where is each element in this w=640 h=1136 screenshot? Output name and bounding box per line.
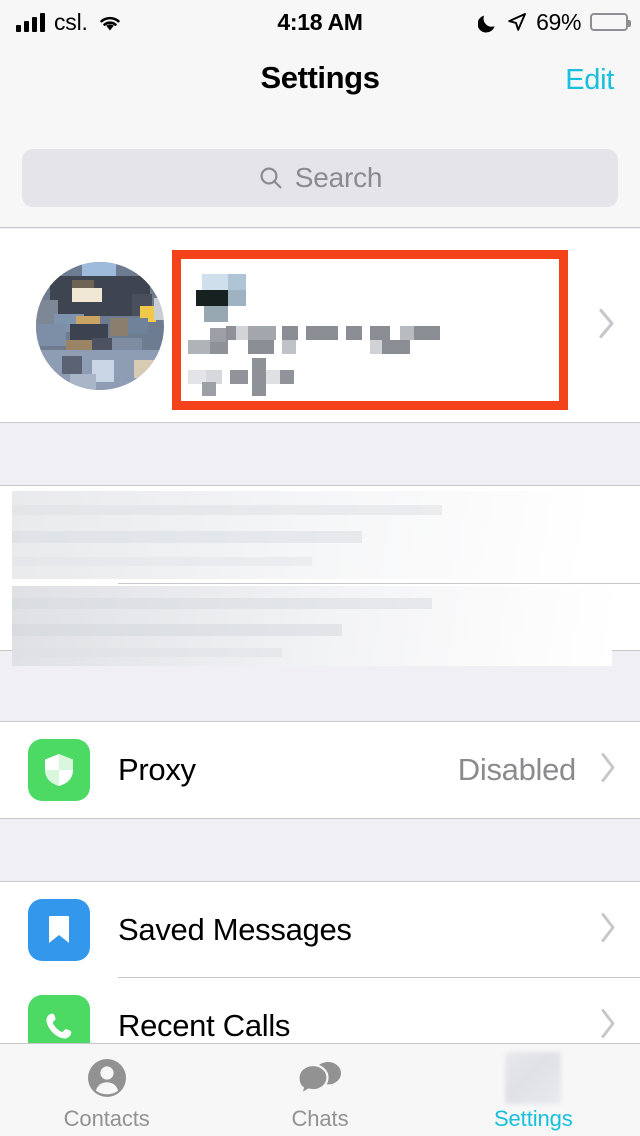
chevron-right-icon [598,1007,618,1044]
profile-redacted-text [188,270,548,396]
tab-contacts[interactable]: Contacts [0,1044,213,1136]
section-messages: Saved Messages Recent Calls [0,881,640,1043]
row-label: Recent Calls [118,1008,291,1043]
row-label: Proxy [118,752,196,787]
section-gap-1 [0,423,640,485]
section-proxy: Proxy Disabled [0,721,640,819]
shield-icon [28,739,90,801]
row-saved-messages[interactable]: Saved Messages [0,882,640,978]
search-container: Search [0,128,640,228]
redacted-rows-group[interactable] [0,485,640,666]
bookmark-icon [28,899,90,961]
settings-gear-icon-blurred [505,1051,562,1104]
navigation-bar: Settings Edit [0,44,640,128]
row-separator [118,583,640,584]
battery-percent-label: 69% [536,8,581,35]
location-arrow-icon [507,12,527,32]
phone-icon [28,995,90,1043]
profile-chevron-icon [596,305,618,346]
search-placeholder: Search [294,162,383,193]
tab-settings[interactable]: Settings [427,1044,640,1136]
app-screen: csl. 4:18 AM 69% Settings Edit Search Pr… [0,0,640,1136]
chevron-right-icon [598,911,618,950]
contacts-person-icon [84,1055,130,1101]
chevron-right-icon [598,751,618,790]
search-icon [258,165,284,191]
chats-bubbles-icon [296,1055,344,1101]
row-proxy[interactable]: Proxy Disabled [0,722,640,818]
status-bar: csl. 4:18 AM 69% [0,0,640,44]
moon-icon [478,12,498,33]
row-label: Saved Messages [118,912,352,947]
tab-label: Chats [291,1105,349,1131]
row-value: Disabled [457,752,577,787]
page-title: Settings [260,60,380,95]
search-input[interactable]: Search [22,149,618,207]
edit-button[interactable]: Edit [565,64,614,97]
list-item[interactable] [12,586,612,666]
tab-bar: Contacts Chats Settings [0,1043,640,1136]
tab-label: Settings [493,1105,573,1131]
tab-chats[interactable]: Chats [213,1044,426,1136]
list-item[interactable] [12,491,584,579]
status-bar-right: 69% [478,8,631,36]
battery-icon [590,13,631,31]
tab-label: Contacts [63,1105,150,1131]
section-gap-3 [0,819,640,881]
avatar[interactable] [36,262,164,390]
row-recent-calls[interactable]: Recent Calls [0,978,640,1043]
